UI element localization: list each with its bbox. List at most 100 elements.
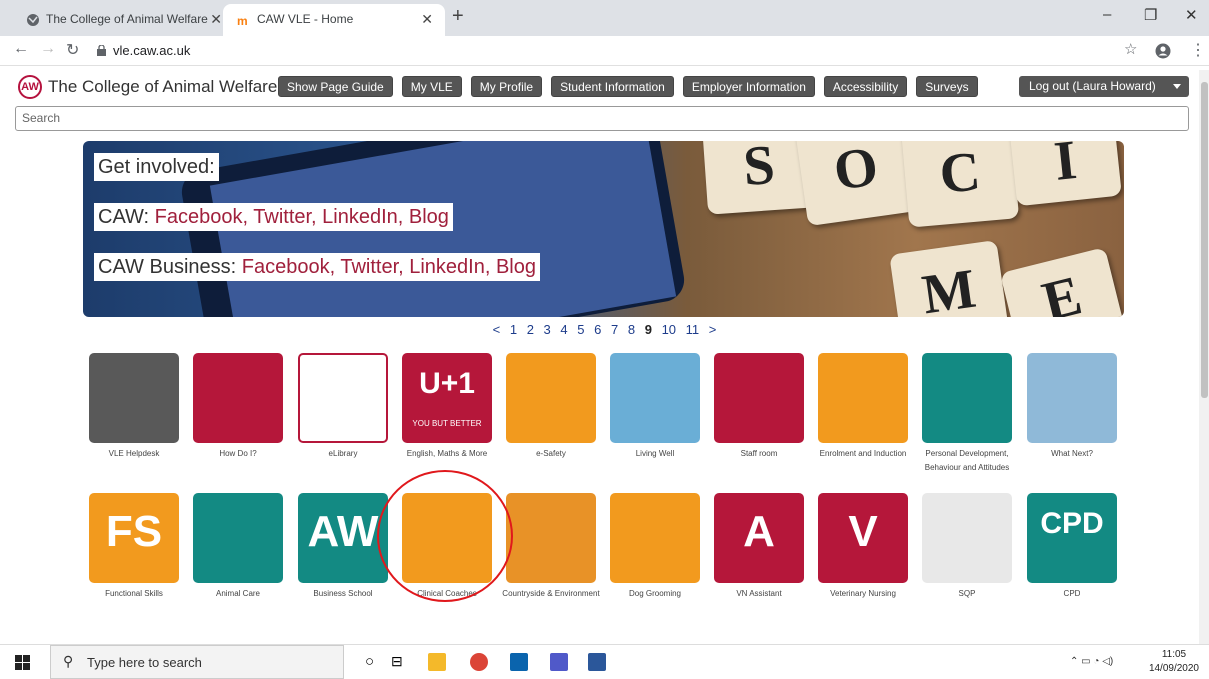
pager-prev[interactable]: < (493, 322, 501, 337)
file-explorer-icon[interactable] (428, 653, 446, 671)
course-tile[interactable]: FS Functional Skills (82, 493, 186, 601)
menu-kebab-icon[interactable]: ⋮ (1190, 40, 1206, 60)
employer-information-button[interactable]: Employer Information (682, 76, 815, 97)
tray-icons[interactable]: ⌃ ▭ ◔ ◁) (1070, 656, 1113, 667)
course-tile[interactable]: e-Safety (499, 353, 603, 461)
pager-page[interactable]: 3 (544, 322, 551, 337)
maximize-button[interactable]: ❐ (1144, 6, 1157, 24)
taskbar-clock[interactable]: 11:05 14/09/2020 (1149, 648, 1199, 676)
course-tile-label[interactable]: CPD (1020, 587, 1124, 601)
student-information-button[interactable]: Student Information (551, 76, 674, 97)
course-tile-label[interactable]: What Next? (1020, 447, 1124, 461)
close-window-button[interactable]: ✕ (1185, 6, 1198, 24)
taskbar-search-input[interactable]: ⚲ Type here to search (50, 645, 344, 679)
course-tile[interactable]: Personal Development, Behaviour and Atti… (915, 353, 1019, 475)
course-tile-icon[interactable] (506, 353, 596, 443)
course-tile[interactable]: eLibrary (291, 353, 395, 461)
close-tab-icon[interactable]: ✕ (421, 4, 433, 34)
course-tile-label[interactable]: Business School (291, 587, 395, 601)
logout-button[interactable]: Log out (Laura Howard) (1019, 76, 1189, 97)
course-tile-icon[interactable] (193, 493, 283, 583)
course-tile-label[interactable]: Veterinary Nursing (811, 587, 915, 601)
my-vle-button[interactable]: My VLE (401, 76, 462, 97)
pager-page[interactable]: 7 (611, 322, 618, 337)
course-tile[interactable]: How Do I? (186, 353, 290, 461)
browser-tab-active[interactable]: m CAW VLE - Home ✕ (223, 4, 445, 36)
course-tile-icon[interactable]: FS (89, 493, 179, 583)
course-tile-label[interactable]: Staff room (707, 447, 811, 461)
course-tile[interactable]: Staff room (707, 353, 811, 461)
course-tile-label[interactable]: Functional Skills (82, 587, 186, 601)
course-tile-label[interactable]: e-Safety (499, 447, 603, 461)
course-tile-label[interactable]: Enrolment and Induction (811, 447, 915, 461)
course-tile[interactable]: SQP (915, 493, 1019, 601)
browser-tab[interactable]: The College of Animal Welfare ✕ (12, 4, 234, 36)
course-tile[interactable]: V Veterinary Nursing (811, 493, 915, 601)
pager-page[interactable]: 2 (527, 322, 534, 337)
course-tile-icon[interactable]: A (714, 493, 804, 583)
teams-icon[interactable] (550, 653, 568, 671)
business-social-links[interactable]: Facebook, Twitter, LinkedIn, Blog (242, 256, 536, 278)
course-tile-label[interactable]: Personal Development, Behaviour and Atti… (915, 447, 1019, 475)
reload-icon[interactable]: ↻ (66, 40, 79, 60)
course-tile-icon[interactable] (922, 493, 1012, 583)
show-page-guide-button[interactable]: Show Page Guide (278, 76, 393, 97)
course-tile[interactable]: Animal Care (186, 493, 290, 601)
course-tile-icon[interactable]: U+1 YOU BUT BETTER (402, 353, 492, 443)
course-tile-icon[interactable] (610, 493, 700, 583)
course-tile-icon[interactable] (922, 353, 1012, 443)
search-input[interactable]: Search (15, 106, 1189, 131)
course-tile-icon[interactable] (610, 353, 700, 443)
pager-page[interactable]: 4 (560, 322, 567, 337)
course-tile-icon[interactable]: AW (298, 493, 388, 583)
course-tile[interactable]: Countryside & Environment (499, 493, 603, 601)
course-tile-icon[interactable]: V (818, 493, 908, 583)
back-arrow-icon[interactable]: ← (13, 40, 29, 58)
word-icon[interactable] (588, 653, 606, 671)
pager-next[interactable]: > (709, 322, 717, 337)
pager-page[interactable]: 6 (594, 322, 601, 337)
course-tile-label[interactable]: VN Assistant (707, 587, 811, 601)
course-tile[interactable]: Living Well (603, 353, 707, 461)
course-tile-label[interactable]: How Do I? (186, 447, 290, 461)
course-tile[interactable]: VLE Helpdesk (82, 353, 186, 461)
pager-page[interactable]: 11 (686, 322, 700, 337)
task-view-icon[interactable]: ⊟ (391, 653, 403, 670)
account-icon[interactable] (1155, 43, 1171, 59)
course-tile-label[interactable]: SQP (915, 587, 1019, 601)
course-tile-label[interactable]: English, Maths & More (395, 447, 499, 461)
course-tile-label[interactable]: Animal Care (186, 587, 290, 601)
course-tile[interactable]: Dog Grooming (603, 493, 707, 601)
social-banner[interactable]: S O C I M E Get involved: CAW: Facebook,… (83, 141, 1124, 317)
course-tile-label[interactable]: Living Well (603, 447, 707, 461)
caw-social-links[interactable]: Facebook, Twitter, LinkedIn, Blog (155, 206, 449, 228)
course-tile-icon[interactable] (818, 353, 908, 443)
course-tile[interactable]: U+1 YOU BUT BETTER English, Maths & More (395, 353, 499, 461)
my-profile-button[interactable]: My Profile (470, 76, 543, 97)
course-tile-icon[interactable] (506, 493, 596, 583)
course-tile-label[interactable]: Dog Grooming (603, 587, 707, 601)
course-tile-icon[interactable] (1027, 353, 1117, 443)
minimize-button[interactable]: – (1103, 6, 1111, 23)
forward-arrow-icon[interactable]: → (40, 40, 56, 58)
url-field[interactable]: vle.caw.ac.uk (113, 43, 190, 58)
new-tab-button[interactable]: + (452, 5, 464, 28)
course-tile-label[interactable]: Countryside & Environment (499, 587, 603, 601)
accessibility-button[interactable]: Accessibility (823, 76, 908, 97)
course-tile[interactable]: What Next? (1020, 353, 1124, 461)
pager-page[interactable]: 10 (662, 322, 676, 337)
course-tile-icon[interactable] (714, 353, 804, 443)
scrollbar-thumb[interactable] (1201, 82, 1208, 398)
site-logo[interactable]: AW The College of Animal Welfare (18, 74, 277, 100)
bookmark-star-icon[interactable]: ☆ (1124, 40, 1137, 58)
surveys-button[interactable]: Surveys (916, 76, 978, 97)
close-tab-icon[interactable]: ✕ (210, 4, 222, 34)
course-tile[interactable]: Enrolment and Induction (811, 353, 915, 461)
course-tile-icon[interactable]: CPD (1027, 493, 1117, 583)
course-tile-icon[interactable] (298, 353, 388, 443)
course-tile-icon[interactable] (193, 353, 283, 443)
cortana-icon[interactable]: ○ (365, 653, 374, 670)
course-tile[interactable]: A VN Assistant (707, 493, 811, 601)
course-tile-label[interactable]: eLibrary (291, 447, 395, 461)
windows-start-icon[interactable] (15, 655, 30, 670)
